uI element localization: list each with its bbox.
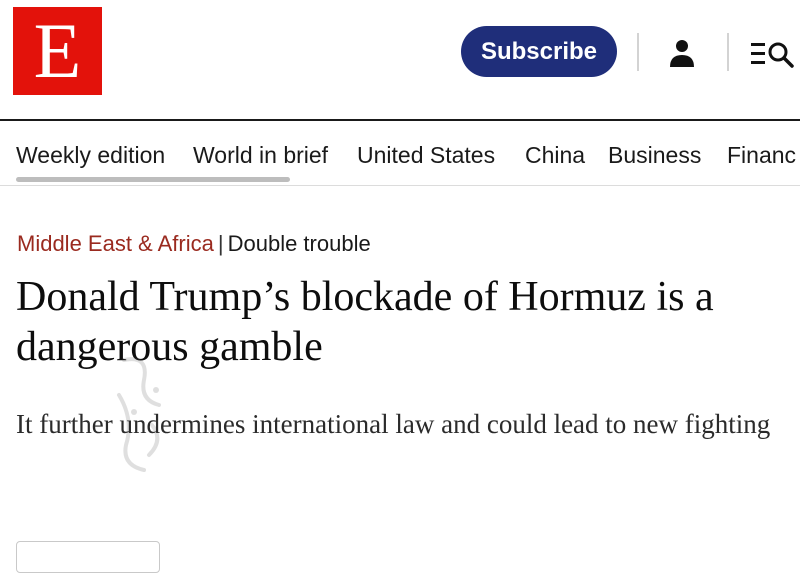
- article-standfirst: It further undermines international law …: [16, 409, 771, 439]
- nav-item-china[interactable]: China: [525, 141, 585, 169]
- user-icon[interactable]: [662, 37, 702, 71]
- header-divider: [727, 33, 729, 71]
- article-rubric: Double trouble: [227, 231, 371, 256]
- nav-item-weekly-edition[interactable]: Weekly edition: [16, 141, 165, 169]
- economist-logo[interactable]: E: [13, 7, 102, 95]
- nav-scrollbar[interactable]: [16, 177, 290, 182]
- section-link[interactable]: Middle East & Africa: [17, 231, 214, 256]
- nav-item-finance[interactable]: Financ: [727, 141, 796, 169]
- site-header: E Subscribe: [0, 0, 800, 120]
- nav-item-united-states[interactable]: United States: [357, 141, 495, 169]
- nav-item-business[interactable]: Business: [608, 141, 701, 169]
- share-button[interactable]: [16, 541, 160, 573]
- kicker-separator: |: [217, 231, 224, 256]
- nav-rule: [0, 185, 800, 186]
- subscribe-label: Subscribe: [480, 38, 598, 65]
- subscribe-button[interactable]: Subscribe: [461, 26, 617, 77]
- logo-letter: E: [33, 7, 82, 94]
- header-divider: [637, 33, 639, 71]
- section-nav: Weekly edition World in brief United Sta…: [0, 121, 800, 183]
- article-kicker: Middle East & Africa | Double trouble: [17, 230, 371, 258]
- menu-search-icon[interactable]: [748, 36, 796, 72]
- nav-item-world-in-brief[interactable]: World in brief: [193, 141, 328, 169]
